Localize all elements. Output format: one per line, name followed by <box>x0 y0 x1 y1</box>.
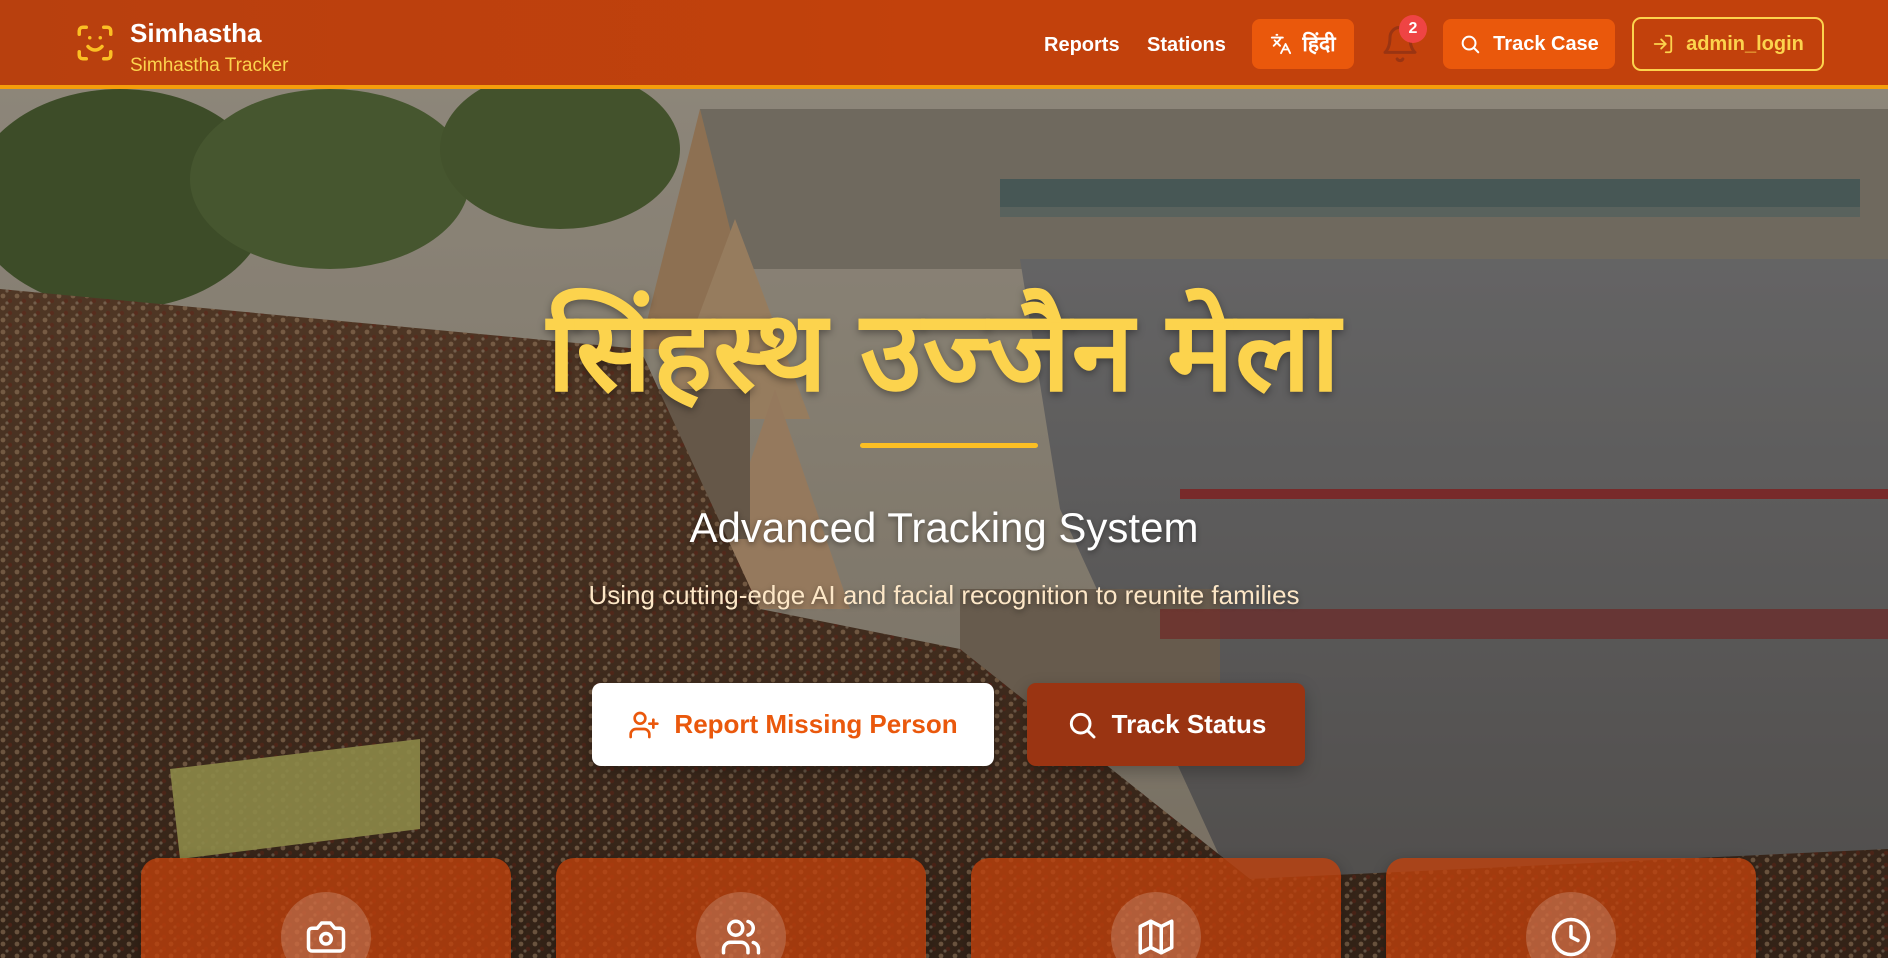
brand-text: Simhastha Simhastha Tracker <box>130 18 288 78</box>
clock-icon <box>1551 917 1591 957</box>
nav-stations-link[interactable]: Stations <box>1147 31 1226 59</box>
report-missing-person-button[interactable]: Report Missing Person <box>592 683 994 766</box>
feature-card-users[interactable] <box>556 858 926 958</box>
hero-description: Using cutting-edge AI and facial recogni… <box>588 580 1300 610</box>
map-icon <box>1138 919 1174 955</box>
users-icon <box>721 919 761 955</box>
feature-icon-circle <box>696 892 786 958</box>
language-toggle-button[interactable]: हिंदी <box>1252 19 1354 69</box>
brand-subtitle: Simhastha Tracker <box>130 55 289 76</box>
feature-card-clock[interactable] <box>1386 858 1756 958</box>
track-case-label: Track Case <box>1493 32 1599 55</box>
hero-section: सिंहस्थ उज्जैन मेला Advanced Tracking Sy… <box>0 89 1888 958</box>
translate-icon <box>1271 33 1292 55</box>
track-status-label: Track Status <box>1111 709 1267 739</box>
brand[interactable]: Simhastha Simhastha Tracker <box>74 18 288 78</box>
camera-icon <box>306 921 346 953</box>
hero-title: सिंहस्थ उज्जैन मेला <box>547 289 1341 414</box>
notification-count-badge: 2 <box>1399 15 1427 43</box>
login-label: admin_login <box>1686 32 1804 55</box>
track-status-button[interactable]: Track Status <box>1027 683 1305 766</box>
hero-subtitle: Advanced Tracking System <box>689 504 1199 551</box>
face-scan-icon <box>77 25 113 61</box>
title-underline <box>860 443 1038 448</box>
feature-icon-circle <box>281 892 371 958</box>
feature-card-map[interactable] <box>971 858 1341 958</box>
language-label: हिंदी <box>1302 33 1336 56</box>
report-missing-person-label: Report Missing Person <box>674 709 958 739</box>
nav-reports-link[interactable]: Reports <box>1044 31 1120 59</box>
feature-card-camera[interactable] <box>141 858 511 958</box>
feature-icon-circle <box>1111 892 1201 958</box>
track-case-button[interactable]: Track Case <box>1443 19 1615 69</box>
search-icon <box>1069 712 1096 738</box>
user-plus-icon <box>629 711 660 738</box>
brand-title: Simhastha <box>130 18 262 48</box>
login-button[interactable]: admin_login <box>1632 17 1824 71</box>
login-icon <box>1653 34 1673 54</box>
feature-icon-circle <box>1526 892 1616 958</box>
top-navigation-bar: Simhastha Simhastha Tracker Reports Stat… <box>0 0 1888 89</box>
search-icon <box>1461 35 1480 54</box>
